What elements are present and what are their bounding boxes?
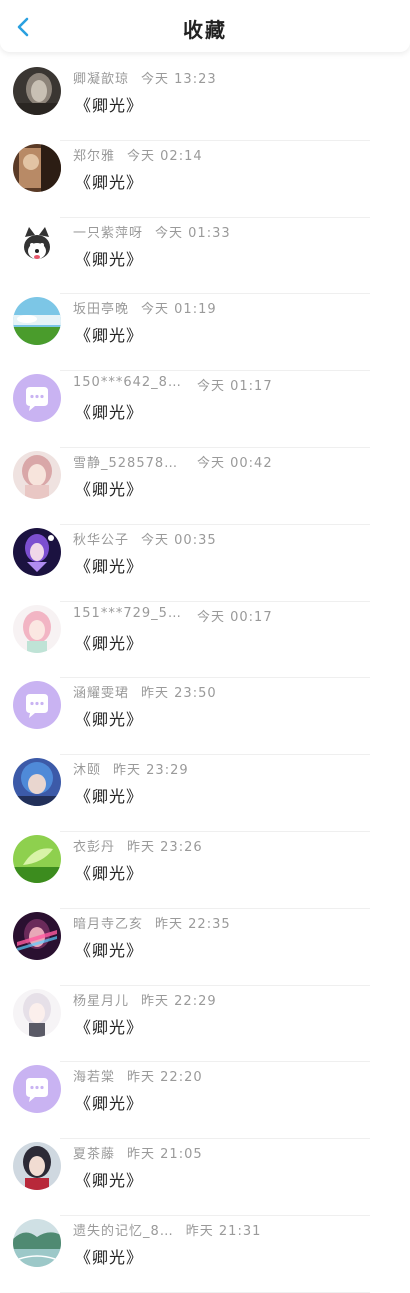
timestamp: 今天 01:33 <box>155 225 231 241</box>
list-item[interactable]: 涵耀雯珺 昨天 23:50 《卿光》 <box>0 678 410 756</box>
avatar[interactable] <box>13 988 61 1037</box>
user-name: 雪静_5285786… <box>73 455 185 471</box>
list-item[interactable]: 郑尔雅 今天 02:14 《卿光》 <box>0 141 410 218</box>
avatar[interactable] <box>13 911 61 960</box>
book-title[interactable]: 《卿光》 <box>75 1244 143 1268</box>
avatar[interactable] <box>13 1218 61 1267</box>
list-item[interactable]: 雪静_5285786… 今天 00:42 《卿光》 <box>0 448 410 525</box>
list-item[interactable]: 151***729_576… 今天 00:17 《卿光》 <box>0 602 410 679</box>
user-name: 暗月寺乙亥 <box>73 916 144 932</box>
list-item[interactable]: 沐颐 昨天 23:29 《卿光》 <box>0 755 410 832</box>
book-title[interactable]: 《卿光》 <box>75 399 143 423</box>
book-title[interactable]: 《卿光》 <box>75 322 143 346</box>
item-meta: 151***729_576… 今天 00:17 <box>73 606 400 628</box>
item-meta: 150***642_818… 今天 01:17 <box>73 375 400 397</box>
user-name: 涵耀雯珺 <box>73 686 130 702</box>
avatar[interactable] <box>13 1142 61 1191</box>
timestamp: 昨天 21:31 <box>185 1223 262 1239</box>
timestamp: 昨天 23:29 <box>113 763 189 779</box>
list-item[interactable]: 海若棠 昨天 22:20 《卿光》 <box>0 1062 410 1140</box>
book-title[interactable]: 《卿光》 <box>75 1014 143 1038</box>
item-meta: 坂田亭晚 今天 01:19 <box>73 298 400 320</box>
item-meta: 海若棠 昨天 22:20 <box>73 1066 400 1088</box>
list-item[interactable]: 暗月寺乙亥 昨天 22:35 《卿光》 <box>0 909 410 986</box>
timestamp: 昨天 23:26 <box>127 839 203 855</box>
book-title[interactable]: 《卿光》 <box>75 706 143 730</box>
avatar[interactable] <box>13 1065 61 1114</box>
book-title[interactable]: 《卿光》 <box>75 860 143 884</box>
avatar[interactable] <box>13 681 61 730</box>
book-title[interactable]: 《卿光》 <box>75 246 143 270</box>
user-name: 卿凝歆琼 <box>73 72 130 87</box>
item-meta: 暗月寺乙亥 昨天 22:35 <box>73 913 400 935</box>
avatar[interactable] <box>13 220 61 269</box>
user-name: 遗失的记忆_8… <box>73 1223 174 1239</box>
avatar[interactable] <box>13 450 61 499</box>
avatar[interactable] <box>13 143 61 192</box>
list-item[interactable]: 秋华公子 今天 00:35 《卿光》 <box>0 525 410 602</box>
user-name: 海若棠 <box>73 1070 116 1086</box>
list-item[interactable]: 150***642_818… 今天 01:17 《卿光》 <box>0 371 410 448</box>
book-title[interactable]: 《卿光》 <box>75 553 143 577</box>
item-meta: 雪静_5285786… 今天 00:42 <box>73 452 400 474</box>
item-meta: 涵耀雯珺 昨天 23:50 <box>73 682 400 704</box>
book-title[interactable]: 《卿光》 <box>75 1090 143 1114</box>
avatar[interactable] <box>13 374 61 423</box>
user-name: 郑尔雅 <box>73 148 116 164</box>
timestamp: 昨天 22:29 <box>141 993 217 1009</box>
avatar[interactable] <box>13 67 61 115</box>
timestamp: 今天 00:42 <box>197 455 273 471</box>
book-title[interactable]: 《卿光》 <box>75 92 143 116</box>
timestamp: 昨天 21:05 <box>127 1147 203 1163</box>
book-title[interactable]: 《卿光》 <box>75 937 143 961</box>
list-item[interactable]: 杨星月儿 昨天 22:29 《卿光》 <box>0 986 410 1063</box>
avatar[interactable] <box>13 527 61 576</box>
book-title[interactable]: 《卿光》 <box>75 169 143 193</box>
item-meta: 卿凝歆琼 今天 13:23 <box>73 68 400 90</box>
item-meta: 遗失的记忆_8… 昨天 21:31 <box>73 1220 400 1242</box>
page-title: 收藏 <box>183 18 227 42</box>
timestamp: 今天 01:17 <box>197 379 273 395</box>
user-name: 沐颐 <box>73 763 102 779</box>
timestamp: 今天 02:14 <box>127 148 203 164</box>
user-name: 衣彭丹 <box>73 839 116 855</box>
list-item[interactable]: 衣彭丹 昨天 23:26 《卿光》 <box>0 832 410 909</box>
user-name: 杨星月儿 <box>73 993 130 1009</box>
item-meta: 一只紫萍呀 今天 01:33 <box>73 222 400 244</box>
list-item[interactable]: 卿凝歆琼 今天 13:23 《卿光》 <box>0 64 410 141</box>
item-meta: 夏茶藤 昨天 21:05 <box>73 1143 400 1165</box>
favorites-list: 卿凝歆琼 今天 13:23 《卿光》 郑尔雅 今天 02:14 《卿光》 一只紫萍呀 今天 0… <box>0 52 410 1293</box>
list-item[interactable]: 遗失的记忆_8… 昨天 21:31 《卿光》 <box>0 1216 410 1293</box>
timestamp: 昨天 22:20 <box>127 1070 203 1086</box>
timestamp: 昨天 22:35 <box>155 916 231 932</box>
user-name: 坂田亭晚 <box>73 302 130 318</box>
timestamp: 今天 01:19 <box>141 302 217 318</box>
item-meta: 衣彭丹 昨天 23:26 <box>73 836 400 858</box>
timestamp: 今天 13:23 <box>141 72 217 87</box>
item-meta: 沐颐 昨天 23:29 <box>73 759 400 781</box>
list-item[interactable]: 一只紫萍呀 今天 01:33 《卿光》 <box>0 218 410 295</box>
user-name: 秋华公子 <box>73 532 130 548</box>
book-title[interactable]: 《卿光》 <box>75 630 143 654</box>
user-name: 151***729_576… <box>73 605 185 621</box>
avatar[interactable] <box>13 604 61 653</box>
user-name: 一只紫萍呀 <box>73 225 144 241</box>
app-header: 收藏 <box>0 0 410 52</box>
user-name: 150***642_818… <box>73 375 185 391</box>
item-meta: 郑尔雅 今天 02:14 <box>73 145 400 167</box>
book-title[interactable]: 《卿光》 <box>75 783 143 807</box>
timestamp: 昨天 23:50 <box>141 686 217 702</box>
book-title[interactable]: 《卿光》 <box>75 1167 143 1191</box>
timestamp: 今天 00:35 <box>141 532 217 548</box>
avatar[interactable] <box>13 758 61 807</box>
list-item[interactable]: 夏茶藤 昨天 21:05 《卿光》 <box>0 1139 410 1216</box>
list-item[interactable]: 坂田亭晚 今天 01:19 《卿光》 <box>0 294 410 372</box>
timestamp: 今天 00:17 <box>197 609 273 625</box>
avatar[interactable] <box>13 297 61 346</box>
user-name: 夏茶藤 <box>73 1147 116 1163</box>
item-meta: 秋华公子 今天 00:35 <box>73 529 400 551</box>
book-title[interactable]: 《卿光》 <box>75 476 143 500</box>
avatar[interactable] <box>13 834 61 883</box>
item-meta: 杨星月儿 昨天 22:29 <box>73 990 400 1012</box>
